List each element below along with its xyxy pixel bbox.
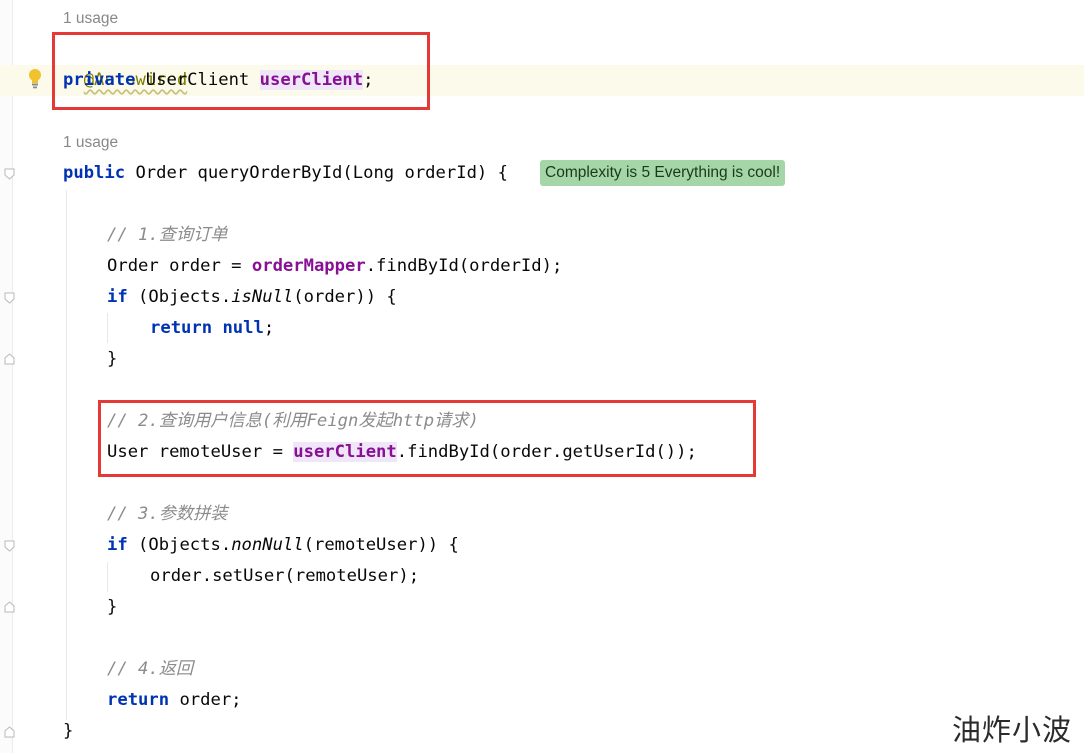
editor-gutter: [0, 0, 13, 753]
semicolon: ;: [263, 318, 275, 338]
code-token: (order)) {: [293, 287, 397, 307]
code-token: (Objects.: [127, 287, 232, 307]
highlight-box-remote-call: [98, 400, 756, 477]
keyword-return: return: [150, 318, 213, 338]
lightbulb-icon[interactable]: [27, 68, 43, 90]
field-order-mapper: orderMapper: [251, 256, 366, 276]
fold-icon[interactable]: [4, 601, 15, 613]
keyword-null: null: [222, 318, 264, 338]
code-line-if-nonnull[interactable]: if (Objects.nonNull(remoteUser)) {: [107, 530, 459, 561]
fold-icon[interactable]: [4, 168, 15, 180]
code-line-set-user[interactable]: order.setUser(remoteUser);: [150, 561, 419, 592]
watermark: 油炸小波: [952, 713, 1073, 747]
keyword-public: public: [63, 163, 126, 183]
fold-icon[interactable]: [4, 292, 15, 304]
static-method: isNull: [231, 287, 294, 307]
code-line-comment[interactable]: // 3.参数拼装: [107, 499, 228, 530]
highlight-box-field: [52, 32, 430, 110]
code-token: (remoteUser)) {: [303, 535, 459, 555]
code-line-method-signature[interactable]: public Order queryOrderById(Long orderId…: [63, 158, 508, 189]
method-signature: Order queryOrderById(Long orderId) {: [125, 163, 508, 183]
code-token: .findById(orderId);: [365, 256, 563, 276]
code-line-close-brace[interactable]: }: [107, 344, 117, 375]
keyword-return: return: [107, 690, 170, 710]
indent-guide: [107, 313, 108, 343]
usage-hint[interactable]: 1 usage: [63, 131, 118, 155]
keyword-if: if: [107, 535, 128, 555]
fold-icon[interactable]: [4, 726, 15, 738]
code-line-comment[interactable]: // 4.返回: [107, 654, 193, 685]
code-token: order;: [169, 690, 242, 710]
fold-icon[interactable]: [4, 540, 15, 552]
code-line-if-null[interactable]: if (Objects.isNull(order)) {: [107, 282, 397, 313]
complexity-hint-badge[interactable]: Complexity is 5 Everything is cool!: [540, 160, 786, 186]
code-line-return-null[interactable]: return null;: [150, 313, 274, 344]
fold-icon[interactable]: [4, 353, 15, 365]
code-line-close-method[interactable]: }: [63, 716, 73, 747]
indent-guide: [107, 562, 108, 592]
static-method: nonNull: [231, 535, 304, 555]
code-line-close-brace[interactable]: }: [107, 592, 117, 623]
code-line-comment[interactable]: // 1.查询订单: [107, 220, 228, 251]
keyword-if: if: [107, 287, 128, 307]
code-token: (Objects.: [127, 535, 232, 555]
code-line-return-order[interactable]: return order;: [107, 685, 242, 716]
indent-guide: [66, 190, 67, 720]
code-token: Order order =: [107, 256, 252, 276]
code-line-order-query[interactable]: Order order = orderMapper.findById(order…: [107, 251, 562, 282]
usage-hint[interactable]: 1 usage: [63, 7, 118, 31]
